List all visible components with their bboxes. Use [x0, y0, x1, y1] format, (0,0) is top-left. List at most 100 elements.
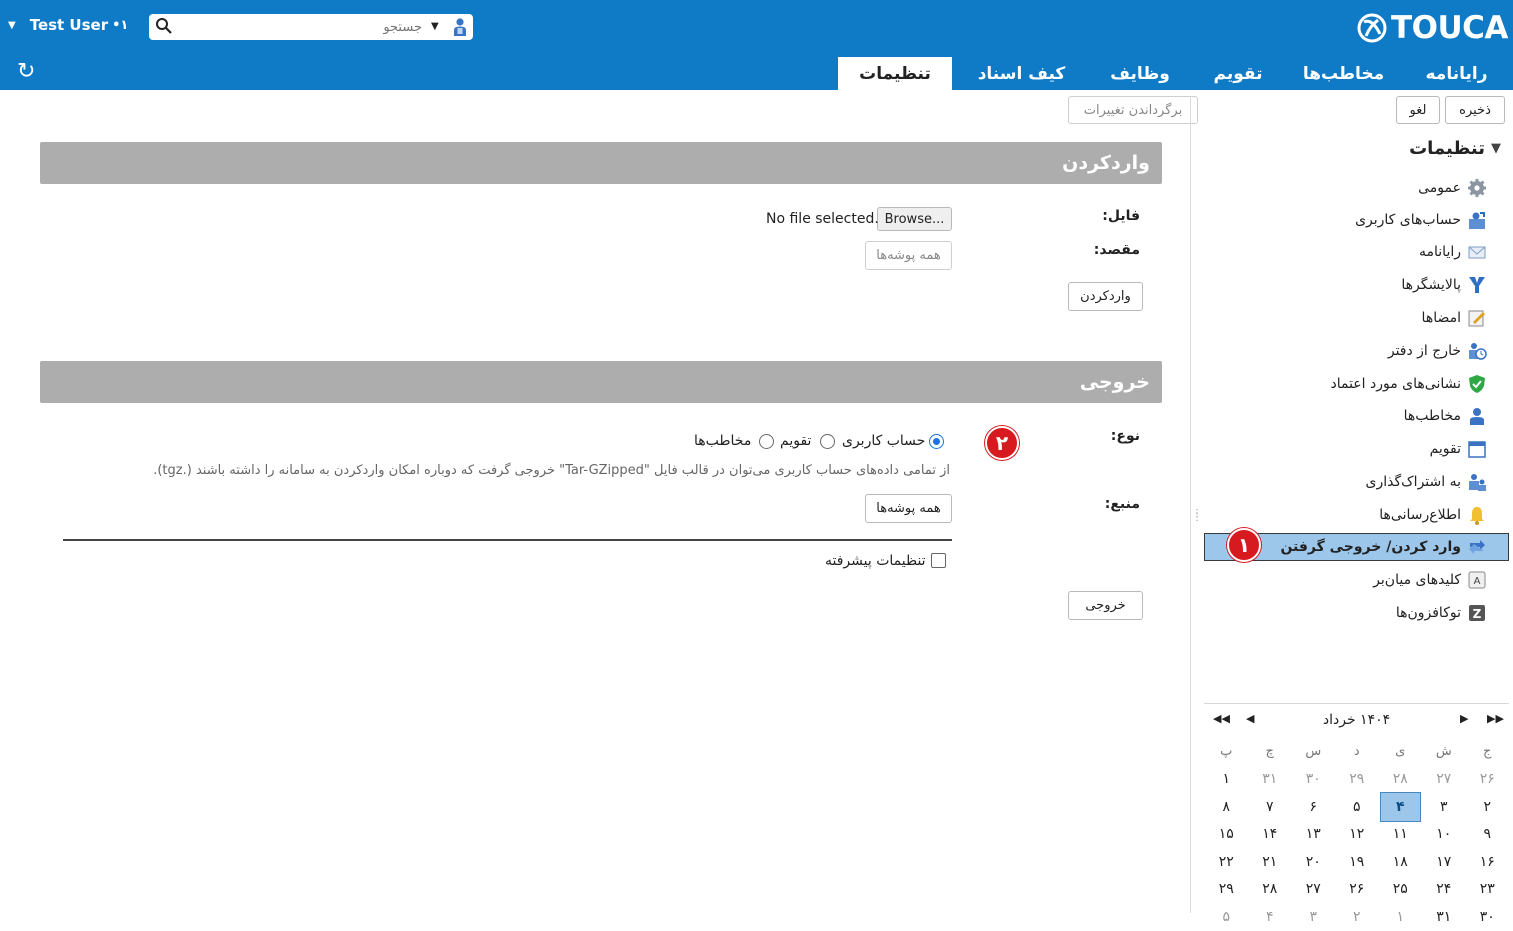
calendar-day[interactable]: ۱۳ [1292, 821, 1336, 849]
calendar-day[interactable]: ۶ [1292, 793, 1336, 821]
calendar-day[interactable]: ۵ [1205, 903, 1249, 931]
import-button[interactable]: واردکردن [1068, 282, 1143, 311]
chevron-down-icon[interactable]: ▼ [431, 21, 439, 32]
svg-text:Z: Z [1473, 607, 1482, 621]
calendar-day[interactable]: ۷ [1248, 793, 1292, 821]
tab-briefcase[interactable]: کیف اسناد [952, 57, 1091, 90]
calendar-day[interactable]: ۲۹ [1205, 876, 1249, 904]
calendar-day[interactable]: ۲۵ [1379, 876, 1423, 904]
calendar-day[interactable]: ۳ [1422, 793, 1466, 821]
type-calendar-radio[interactable] [820, 434, 835, 449]
sidebar-item-trusted-addresses[interactable]: نشانی‌های مورد اعتماد [1330, 372, 1487, 396]
calendar-week-row: ۳۰ ۳۱ ۱ ۲ ۳ ۴ ۵ [1204, 903, 1509, 931]
calendar-day[interactable]: ۱ [1205, 766, 1249, 794]
filter-icon [1469, 277, 1485, 293]
calendar-day[interactable]: ۳۰ [1466, 903, 1510, 931]
calendar-day[interactable]: ۴ [1248, 903, 1292, 931]
source-folder-select[interactable]: همه پوشه‌ها [865, 494, 952, 523]
calendar-day[interactable]: ۲۲ [1205, 848, 1249, 876]
tab-label: وظایف [1110, 63, 1170, 84]
calendar-day[interactable]: ۱۷ [1422, 848, 1466, 876]
calendar-day[interactable]: ۱۱ [1379, 821, 1423, 849]
calendar-day[interactable]: ۲۷ [1292, 876, 1336, 904]
calendar-week-row: ۲۶ ۲۷ ۲۸ ۲۹ ۳۰ ۳۱ ۱ [1204, 766, 1509, 794]
calendar-weekday: د [1353, 744, 1360, 760]
calendar-day[interactable]: ۸ [1205, 793, 1249, 821]
calendar-day[interactable]: ۲۴ [1422, 876, 1466, 904]
sidebar-item-notifications[interactable]: اطلاع‌رسانی‌ها [1379, 503, 1487, 527]
calendar-day[interactable]: ۳۱ [1248, 766, 1292, 794]
calendar-day[interactable]: ۹ [1466, 821, 1510, 849]
sidebar-item-signatures[interactable]: امضاها [1422, 306, 1487, 330]
calendar-day[interactable]: ۲۳ [1466, 876, 1510, 904]
settings-tree-title[interactable]: ▼ تنظیمات [1409, 138, 1501, 159]
calendar-day[interactable]: ۱۵ [1205, 821, 1249, 849]
tab-calendar[interactable]: تقویم [1189, 57, 1287, 90]
calendar-day[interactable]: ۱۶ [1466, 848, 1510, 876]
calendar-day[interactable]: ۱۴ [1248, 821, 1292, 849]
calendar-day[interactable]: ۲۶ [1335, 876, 1379, 904]
sidebar-item-zimlets[interactable]: Z توکافزون‌ها [1396, 601, 1487, 625]
browse-button[interactable]: Browse... [877, 207, 952, 231]
calendar-day[interactable]: ۲۷ [1422, 766, 1466, 794]
tab-tasks[interactable]: وظایف [1091, 57, 1189, 90]
sidebar-item-shortcuts[interactable]: A کلیدهای میان‌بر [1373, 568, 1487, 592]
calendar-day[interactable]: ۲ [1335, 903, 1379, 931]
calendar-day[interactable]: ۲۰ [1292, 848, 1336, 876]
calendar-day[interactable]: ۱۲ [1335, 821, 1379, 849]
type-contacts-radio[interactable] [759, 434, 774, 449]
tab-contacts[interactable]: مخاطب‌ها [1287, 57, 1400, 90]
calendar-day[interactable]: ۱۹ [1335, 848, 1379, 876]
calendar-day[interactable]: ۲۶ [1466, 766, 1510, 794]
type-account-radio[interactable] [929, 434, 944, 449]
tab-settings[interactable]: تنظیمات [838, 57, 952, 90]
search-icon[interactable] [155, 17, 173, 35]
calendar-day[interactable]: ۲ [1466, 793, 1510, 821]
calendar-day[interactable]: ۱۸ [1379, 848, 1423, 876]
collapse-triangle-icon[interactable]: ▼ [1491, 141, 1501, 156]
calendar-day[interactable]: ۲۱ [1248, 848, 1292, 876]
next-year-icon[interactable]: ▶▶ [1487, 712, 1504, 725]
tab-mail[interactable]: رایانامه [1400, 57, 1513, 90]
user-menu[interactable]: ▼ Test User •۱ [8, 14, 128, 36]
file-label: فایل: [1102, 208, 1140, 224]
calendar-day[interactable]: ۳۱ [1422, 903, 1466, 931]
mini-calendar-grid: جشیدسچپ ۲۶ ۲۷ ۲۸ ۲۹ ۳۰ ۳۱ ۱ ۲ ۳ ۴ ۵ ۶ ۷ ۸ ۹ ۱۰ ۱۱ ۱۲ ۱۳ ۱۴ ۱… [1204, 738, 1509, 931]
calendar-day[interactable]: ۲۸ [1379, 766, 1423, 794]
contact-icon [1470, 408, 1484, 425]
sidebar-item-sharing[interactable]: به اشتراک‌گذاری [1366, 470, 1487, 494]
person-icon[interactable] [452, 17, 468, 37]
calendar-day[interactable]: ۱۰ [1422, 821, 1466, 849]
sidebar-item-label: مخاطب‌ها [1403, 408, 1461, 424]
sidebar-resize-handle[interactable]: ⋮ ⋮ [1192, 509, 1202, 523]
sidebar-item-filters[interactable]: پالایشگرها [1401, 273, 1487, 297]
sidebar-item-calendar[interactable]: تقویم [1430, 437, 1487, 461]
calendar-day[interactable]: ۳۰ [1292, 766, 1336, 794]
next-month-icon[interactable]: ▶ [1460, 712, 1468, 725]
sidebar-item-label: تقویم [1429, 441, 1461, 457]
cancel-button[interactable]: لغو [1396, 96, 1440, 124]
calendar-day[interactable]: ۲۸ [1248, 876, 1292, 904]
export-button[interactable]: خروجی [1068, 591, 1143, 620]
sidebar-item-mail[interactable]: رایانامه [1419, 240, 1487, 264]
calendar-day-today[interactable]: ۴ [1379, 792, 1423, 821]
calendar-day[interactable]: ۵ [1335, 793, 1379, 821]
type-contacts-label: مخاطب‌ها [694, 433, 752, 449]
destination-folder-select[interactable]: همه پوشه‌ها [865, 241, 952, 270]
sidebar-item-out-of-office[interactable]: خارج از دفتر [1388, 339, 1487, 363]
calendar-day[interactable]: ۱ [1379, 903, 1423, 931]
advanced-settings-checkbox[interactable] [931, 553, 946, 568]
out-of-office-icon [1469, 343, 1487, 360]
refresh-icon[interactable]: ↻ [17, 60, 35, 84]
sidebar-item-accounts[interactable]: حساب‌های کاربری [1355, 208, 1487, 232]
sidebar-item-contacts[interactable]: مخاطب‌ها [1404, 404, 1487, 428]
source-label: منبع: [1104, 496, 1140, 512]
sidebar-item-general[interactable]: عمومی [1418, 176, 1487, 200]
calendar-day[interactable]: ۳ [1292, 903, 1336, 931]
search-input[interactable] [179, 16, 424, 38]
calendar-day[interactable]: ۲۹ [1335, 766, 1379, 794]
logo: TOUCA [1356, 9, 1508, 47]
sidebar-item-import-export[interactable]: وارد کردن/ خروجی گرفتن [1280, 535, 1487, 559]
save-button[interactable]: ذخیره [1445, 96, 1505, 124]
revert-changes-button[interactable]: برگرداندن تغییرات [1068, 96, 1198, 124]
